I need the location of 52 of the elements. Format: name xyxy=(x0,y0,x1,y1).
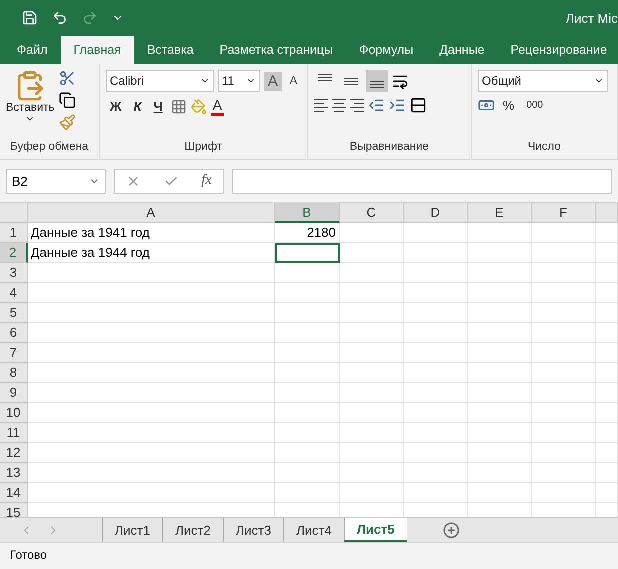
name-box[interactable]: B2 xyxy=(6,168,106,194)
row-header[interactable]: 8 xyxy=(0,363,28,383)
row-header[interactable]: 13 xyxy=(0,463,28,483)
column-header[interactable]: D xyxy=(404,203,468,223)
underline-button[interactable]: Ч xyxy=(150,99,167,114)
group-label: Число xyxy=(526,141,562,155)
row-header[interactable]: 15 xyxy=(0,503,28,517)
row-header[interactable]: 12 xyxy=(0,443,28,463)
column-header[interactable]: A xyxy=(28,203,275,223)
ribbon-tab[interactable]: Вставка xyxy=(134,36,207,64)
row-header[interactable]: 9 xyxy=(0,383,28,403)
ribbon-tab[interactable]: Файл xyxy=(4,36,61,64)
table-cell[interactable]: Данные за 1944 год xyxy=(28,243,275,263)
table-cell[interactable]: 2180 xyxy=(275,223,340,243)
row-header[interactable]: 10 xyxy=(0,403,28,423)
column-header[interactable]: F xyxy=(532,203,596,223)
row-header[interactable]: 14 xyxy=(0,483,28,503)
row-header[interactable]: 7 xyxy=(0,343,28,363)
table-cell[interactable]: Данные за 1941 год xyxy=(28,223,275,243)
row-header[interactable]: 5 xyxy=(0,303,28,323)
bold-button[interactable]: Ж xyxy=(106,99,126,114)
column-header[interactable]: B xyxy=(275,203,340,223)
grow-font-button[interactable]: A xyxy=(264,72,282,90)
group-label: Шрифт xyxy=(184,141,224,155)
paste-button[interactable]: Вставить xyxy=(6,70,55,141)
row-header[interactable]: 4 xyxy=(0,283,28,303)
font-color-button[interactable]: A xyxy=(210,97,224,116)
font-name-field[interactable]: Calibri xyxy=(106,70,214,92)
column-header[interactable]: C xyxy=(340,203,404,223)
row-header[interactable]: 2 xyxy=(0,243,28,263)
sheet-tab[interactable]: Лист5 xyxy=(344,518,407,542)
ribbon-tab[interactable]: Разметка страницы xyxy=(206,36,346,64)
row-header[interactable]: 3 xyxy=(0,263,28,283)
column-header[interactable]: E xyxy=(468,203,532,223)
row-header[interactable]: 1 xyxy=(0,223,28,243)
window-title: Лист Mic xyxy=(566,10,618,26)
ribbon-tab[interactable]: Данные xyxy=(426,36,498,64)
number-format-field[interactable]: Общий xyxy=(478,70,608,92)
status-text: Готово xyxy=(0,542,618,569)
font-size-field[interactable]: 11 xyxy=(218,70,260,92)
ribbon-tab[interactable]: Главная xyxy=(60,36,134,64)
row-header[interactable]: 6 xyxy=(0,323,28,343)
shrink-font-button[interactable]: A xyxy=(286,75,302,87)
ribbon-tab[interactable]: Формулы xyxy=(346,36,427,64)
ribbon-tab[interactable]: Рецензирование xyxy=(498,36,618,64)
row-header[interactable]: 11 xyxy=(0,423,28,443)
percent-button[interactable]: % xyxy=(499,98,519,113)
insert-function-button[interactable]: fx xyxy=(202,173,212,189)
italic-button[interactable]: К xyxy=(130,99,146,114)
thousands-button[interactable]: 000 xyxy=(522,100,548,111)
group-label: Выравнивание xyxy=(348,141,430,155)
group-label: Буфер обмена xyxy=(9,141,90,155)
